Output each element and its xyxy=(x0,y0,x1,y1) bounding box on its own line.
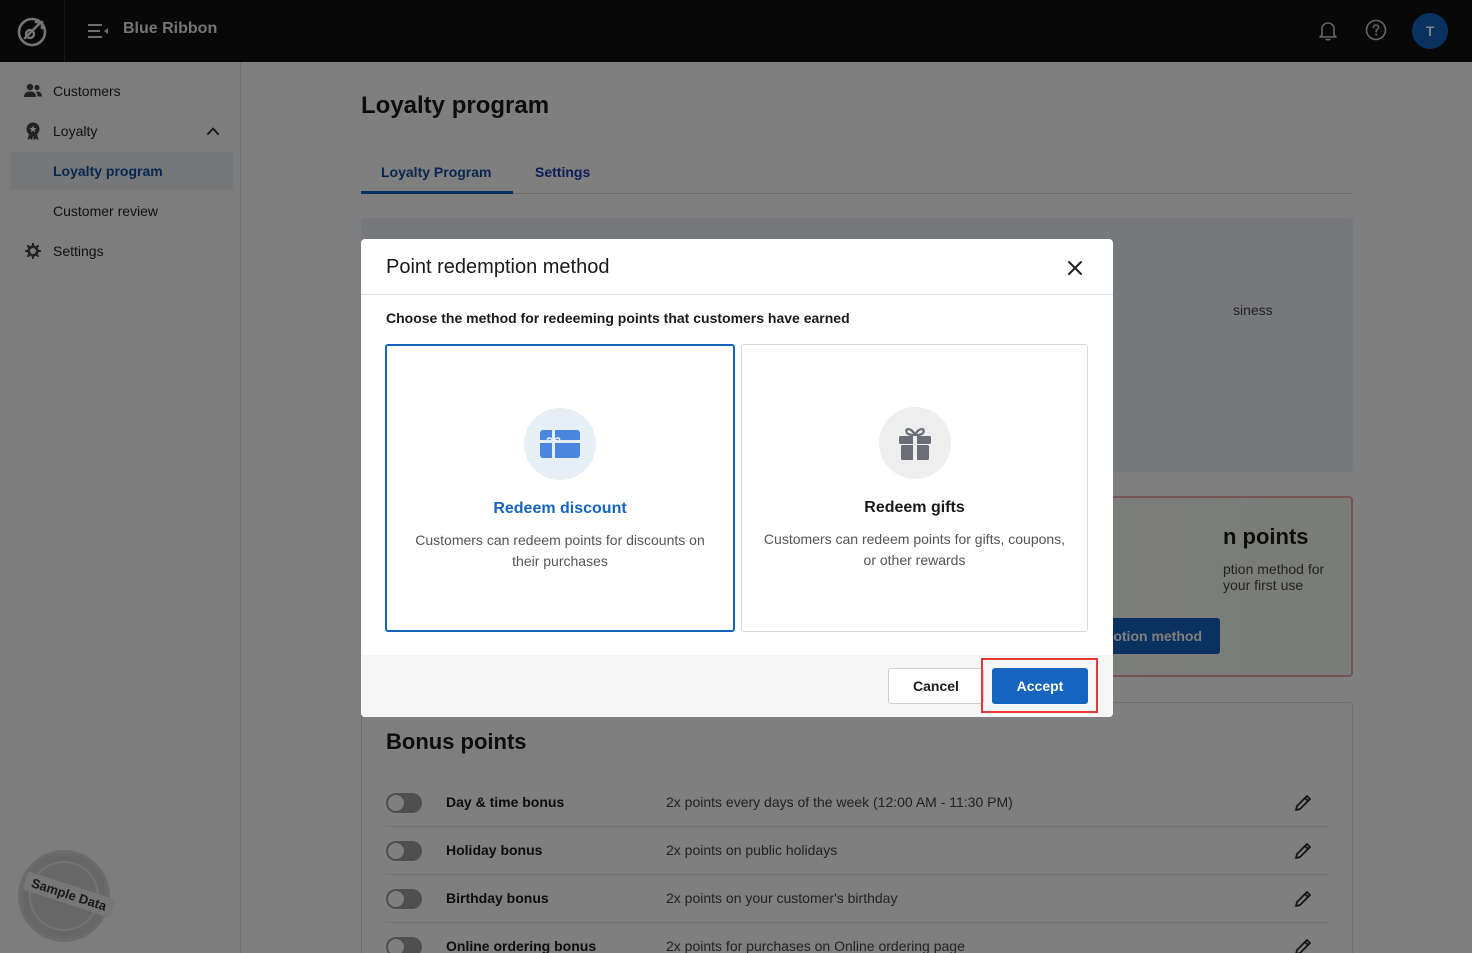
option-redeem-gifts[interactable]: Redeem gifts Customers can redeem points… xyxy=(741,344,1088,632)
option-title: Redeem discount xyxy=(493,500,627,517)
point-redemption-dialog: Point redemption method Choose the metho… xyxy=(361,239,1113,717)
cancel-button[interactable]: Cancel xyxy=(888,668,984,704)
option-icon-circle xyxy=(878,407,951,479)
option-icon-circle xyxy=(524,408,596,480)
option-title: Redeem gifts xyxy=(864,499,965,516)
dialog-title: Point redemption method xyxy=(386,256,610,278)
dialog-prompt: Choose the method for redeeming points t… xyxy=(386,310,850,326)
close-icon[interactable] xyxy=(1063,256,1087,280)
option-description: Customers can redeem points for gifts, c… xyxy=(763,531,1066,568)
option-description: Customers can redeem points for discount… xyxy=(415,532,705,569)
gift-box-icon xyxy=(898,428,931,460)
dialog-header: Point redemption method xyxy=(361,239,1113,295)
accept-highlight-box xyxy=(981,658,1098,713)
gift-card-icon xyxy=(540,430,580,458)
option-redeem-discount[interactable]: Redeem discount Customers can redeem poi… xyxy=(385,344,735,632)
